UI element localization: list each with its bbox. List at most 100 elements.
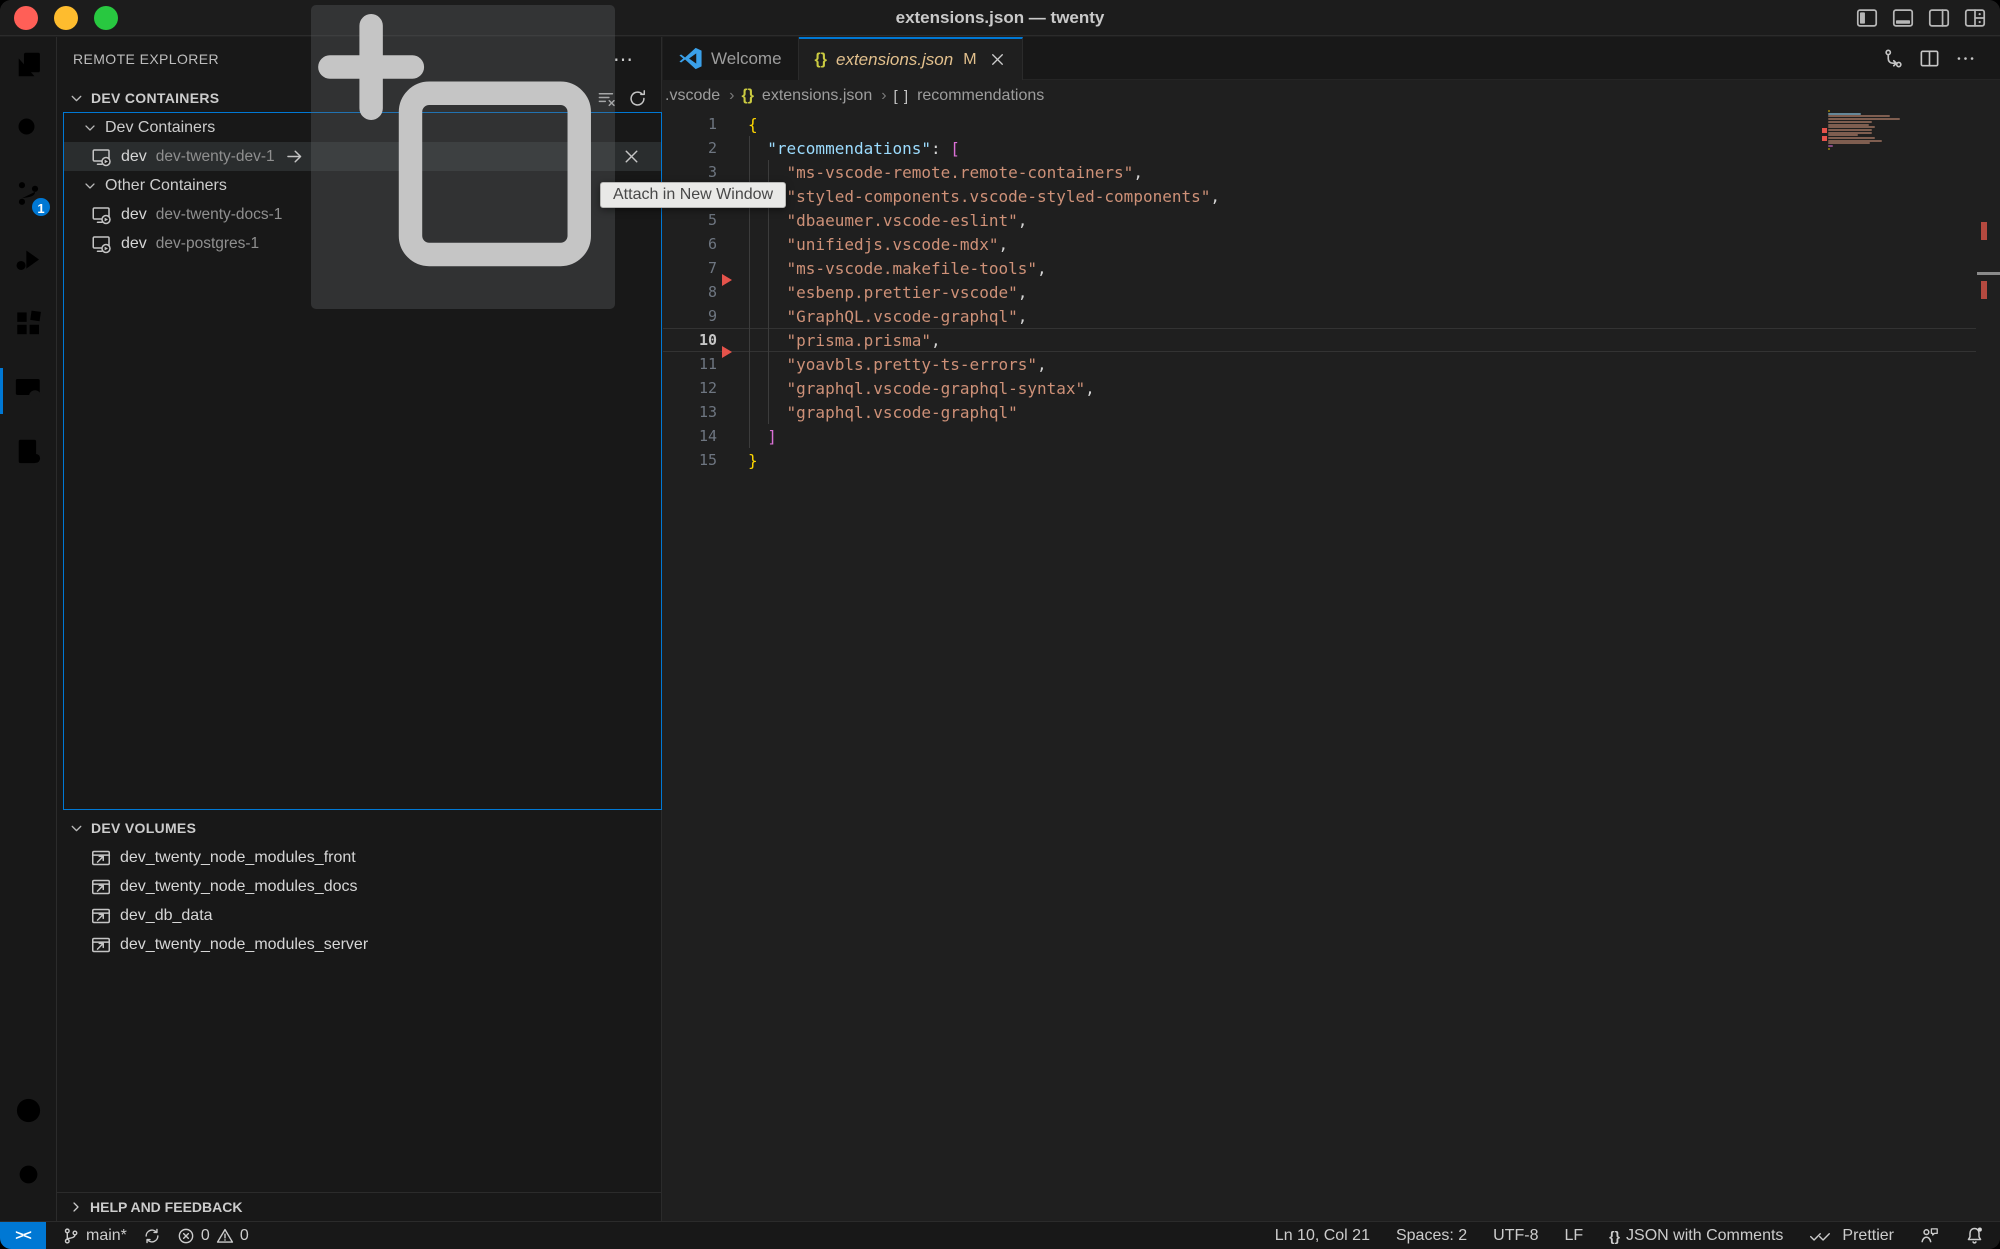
code-text: "yoavbls.pretty-ts-errors", — [748, 355, 1047, 374]
code-line-13[interactable]: 13 "graphql.vscode-graphql" — [663, 400, 1976, 424]
split-editor-icon[interactable] — [1919, 48, 1940, 69]
encoding-item[interactable]: UTF-8 — [1493, 1227, 1538, 1245]
volume-name: dev_twenty_node_modules_front — [120, 849, 356, 867]
array-symbol-icon: [ ] — [894, 88, 910, 105]
minimap-error-dot — [1822, 136, 1827, 141]
code-line-7[interactable]: 7 "ms-vscode.makefile-tools", — [663, 256, 1976, 280]
breadcrumb: .vscode › {} extensions.json › [ ] recom… — [663, 80, 2000, 112]
minimap-line — [1828, 132, 1872, 134]
formatter-label: Prettier — [1842, 1227, 1894, 1245]
account-icon[interactable] — [14, 1096, 43, 1125]
group-label: Dev Containers — [105, 119, 215, 137]
code-line-5[interactable]: 5 "dbaeumer.vscode-eslint", — [663, 208, 1976, 232]
attach-container-icon[interactable] — [285, 147, 304, 166]
notifications-bell-icon[interactable] — [1965, 1226, 1984, 1245]
remote-explorer-icon[interactable] — [14, 375, 43, 404]
dev-container-icon — [92, 234, 112, 254]
code-line-2[interactable]: 2 "recommendations": [ — [663, 136, 1976, 160]
settings-gear-icon[interactable] — [14, 1160, 43, 1189]
minimap-line — [1828, 115, 1890, 117]
tree-group-other-containers[interactable]: Other Containers — [64, 171, 661, 200]
problems-item[interactable]: 0 0 — [177, 1227, 249, 1245]
braces-icon: {} — [1609, 1228, 1620, 1244]
code-text: "styled-components.vscode-styled-compone… — [748, 187, 1220, 206]
vscode-logo-icon — [679, 47, 702, 70]
extensions-icon[interactable] — [14, 309, 43, 338]
eol-item[interactable]: LF — [1564, 1227, 1583, 1245]
attach-in-new-window-button[interactable] — [311, 5, 615, 309]
code-line-10[interactable]: 10 "prisma.prisma", — [663, 328, 1976, 352]
line-number: 2 — [663, 139, 717, 157]
section-help-and-feedback[interactable]: HELP AND FEEDBACK — [57, 1192, 661, 1221]
container-id: dev-twenty-docs-1 — [156, 206, 283, 224]
line-number: 9 — [663, 307, 717, 325]
overview-ruler-error-mark — [1981, 222, 1987, 240]
line-number: 8 — [663, 283, 717, 301]
stop-container-icon[interactable] — [622, 147, 641, 166]
close-tab-icon[interactable] — [989, 51, 1006, 68]
breadcrumb-folder[interactable]: .vscode — [665, 87, 720, 105]
chevron-down-icon — [68, 90, 85, 107]
toggle-primary-sidebar-icon[interactable] — [1856, 7, 1878, 29]
container-tools-icon[interactable] — [14, 437, 43, 466]
code-area[interactable]: 1{2 "recommendations": [3 "ms-vscode-rem… — [663, 112, 1976, 472]
volume-item-dev_db_data[interactable]: dev_db_data — [63, 901, 662, 930]
warnings-icon — [216, 1227, 234, 1245]
language-mode-item[interactable]: {} JSON with Comments — [1609, 1227, 1783, 1245]
customize-layout-icon[interactable] — [1964, 7, 1986, 29]
breadcrumb-symbol[interactable]: recommendations — [917, 87, 1044, 105]
gutter-error-marker — [722, 274, 732, 286]
code-line-3[interactable]: 3 "ms-vscode-remote.remote-containers", — [663, 160, 1976, 184]
code-line-11[interactable]: 11 "yoavbls.pretty-ts-errors", — [663, 352, 1976, 376]
code-line-4[interactable]: 4 "styled-components.vscode-styled-compo… — [663, 184, 1976, 208]
container-id: dev-twenty-dev-1 — [156, 148, 275, 166]
json-file-icon: {} — [741, 87, 753, 105]
modified-badge: M — [963, 51, 976, 69]
code-line-12[interactable]: 12 "graphql.vscode-graphql-syntax", — [663, 376, 1976, 400]
run-debug-icon[interactable] — [14, 245, 43, 274]
editor-more-actions-icon[interactable] — [1955, 48, 1976, 69]
remote-indicator[interactable]: >< — [0, 1222, 46, 1249]
feedback-icon[interactable] — [1920, 1226, 1939, 1245]
search-icon[interactable] — [14, 114, 43, 143]
minimap-line — [1828, 118, 1900, 120]
volume-item-dev_twenty_node_modules_server[interactable]: dev_twenty_node_modules_server — [63, 930, 662, 959]
sync-changes-item[interactable] — [143, 1227, 161, 1245]
section-dev-volumes[interactable]: DEV VOLUMES — [57, 814, 661, 842]
minimap-line — [1828, 148, 1830, 150]
dev-container-icon — [92, 205, 112, 225]
cursor-position-item[interactable]: Ln 10, Col 21 — [1275, 1227, 1370, 1245]
toggle-secondary-sidebar-icon[interactable] — [1928, 7, 1950, 29]
code-line-9[interactable]: 9 "GraphQL.vscode-graphql", — [663, 304, 1976, 328]
code-line-1[interactable]: 1{ — [663, 112, 1976, 136]
tab-extensions-json[interactable]: {} extensions.json M — [799, 37, 1023, 80]
volume-item-dev_twenty_node_modules_front[interactable]: dev_twenty_node_modules_front — [63, 843, 662, 872]
breadcrumb-file[interactable]: extensions.json — [762, 87, 872, 105]
source-control-icon[interactable]: 1 — [14, 179, 43, 208]
code-line-6[interactable]: 6 "unifiedjs.vscode-mdx", — [663, 232, 1976, 256]
minimap-line — [1828, 140, 1882, 142]
git-branch-item[interactable]: main* — [62, 1227, 127, 1245]
explorer-icon[interactable] — [14, 50, 43, 79]
indentation-item[interactable]: Spaces: 2 — [1396, 1227, 1467, 1245]
tab-welcome[interactable]: Welcome — [663, 37, 799, 80]
open-changes-icon[interactable] — [1883, 48, 1904, 69]
volume-item-dev_twenty_node_modules_docs[interactable]: dev_twenty_node_modules_docs — [63, 872, 662, 901]
container-item-dev-postgres-1[interactable]: devdev-postgres-1 — [64, 229, 661, 258]
code-line-8[interactable]: 8 "esbenp.prettier-vscode", — [663, 280, 1976, 304]
branch-name: main* — [86, 1227, 127, 1245]
minimap-line — [1828, 113, 1861, 115]
container-item-dev-twenty-dev-1[interactable]: devdev-twenty-dev-1 — [64, 142, 661, 171]
line-number: 15 — [663, 451, 717, 469]
code-line-14[interactable]: 14 ] — [663, 424, 1976, 448]
minimap[interactable] — [1822, 110, 1912, 160]
formatter-item[interactable]: Prettier — [1809, 1227, 1894, 1245]
section-label: DEV CONTAINERS — [91, 90, 219, 106]
toggle-panel-icon[interactable] — [1892, 7, 1914, 29]
container-item-dev-twenty-docs-1[interactable]: devdev-twenty-docs-1 — [64, 200, 661, 229]
code-line-15[interactable]: 15} — [663, 448, 1976, 472]
volume-icon — [91, 848, 111, 868]
dev-containers-tree: Dev Containers devdev-twenty-dev-1Other C… — [63, 112, 662, 810]
line-number: 13 — [663, 403, 717, 421]
minimap-line — [1828, 134, 1858, 136]
